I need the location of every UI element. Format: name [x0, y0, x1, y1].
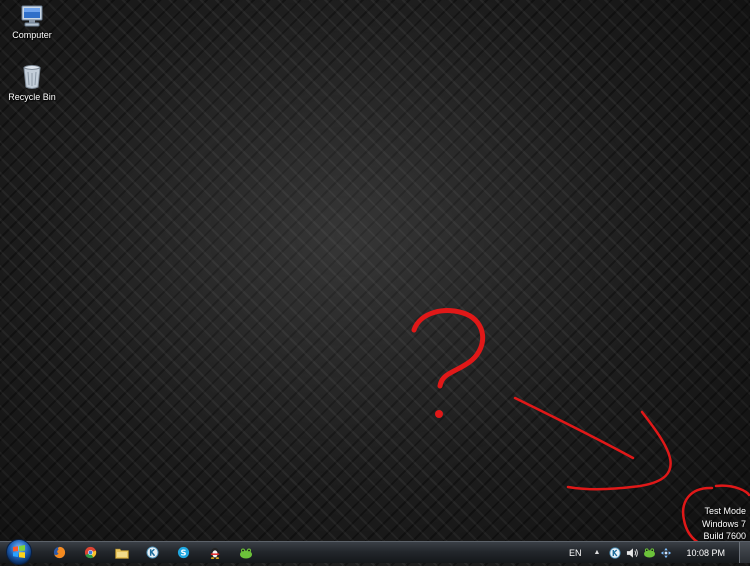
desktop-icon-label: Computer: [12, 30, 52, 40]
clock[interactable]: 10:08 PM: [686, 548, 725, 558]
watermark-line: Windows 7: [701, 518, 746, 529]
frog-tray-icon[interactable]: [642, 546, 656, 560]
skype-icon: S: [177, 546, 190, 559]
desktop-icon-recycle-bin[interactable]: Recycle Bin: [0, 64, 64, 102]
explorer-folder-icon: [114, 548, 129, 559]
desktop-icon-computer[interactable]: Computer: [0, 4, 64, 40]
show-hidden-icon[interactable]: ▲: [594, 549, 601, 556]
kaspersky-icon: [146, 546, 159, 559]
firefox-icon: [53, 546, 66, 559]
start-button[interactable]: [4, 538, 34, 566]
test-mode-watermark: Test Mode Windows 7 Build 7600: [702, 505, 746, 543]
frog-app-icon: [239, 548, 252, 558]
chrome-icon: [84, 546, 97, 559]
taskbar-qq[interactable]: [199, 542, 230, 563]
qq-penguin-icon: [210, 547, 219, 559]
show-desktop-button[interactable]: [739, 542, 750, 563]
taskbar: S EN ▲ 10:08 PM: [0, 538, 750, 566]
taskbar-firefox[interactable]: [44, 542, 75, 563]
desktop-icon-label: Recycle Bin: [8, 92, 56, 102]
taskbar-chrome[interactable]: [75, 542, 106, 563]
language-indicator[interactable]: EN: [569, 548, 582, 558]
watermark-line: Test Mode: [704, 506, 746, 516]
pinned-apps: S: [44, 542, 261, 563]
desktop: Computer Recycle Bin Test Mode Windows 7…: [0, 0, 750, 541]
svg-text:S: S: [180, 548, 186, 558]
kaspersky-tray-icon[interactable]: [608, 546, 622, 560]
taskbar-frog-app[interactable]: [230, 542, 261, 563]
notification-area: EN ▲ 10:08 PM: [569, 542, 750, 563]
computer-icon: [21, 5, 43, 27]
recycle-bin-icon: [23, 65, 41, 89]
volume-icon[interactable]: [625, 546, 639, 560]
taskbar-kaspersky[interactable]: [137, 542, 168, 563]
taskbar-skype[interactable]: S: [168, 542, 199, 563]
taskbar-explorer[interactable]: [106, 542, 137, 563]
network-icon[interactable]: [659, 546, 673, 560]
